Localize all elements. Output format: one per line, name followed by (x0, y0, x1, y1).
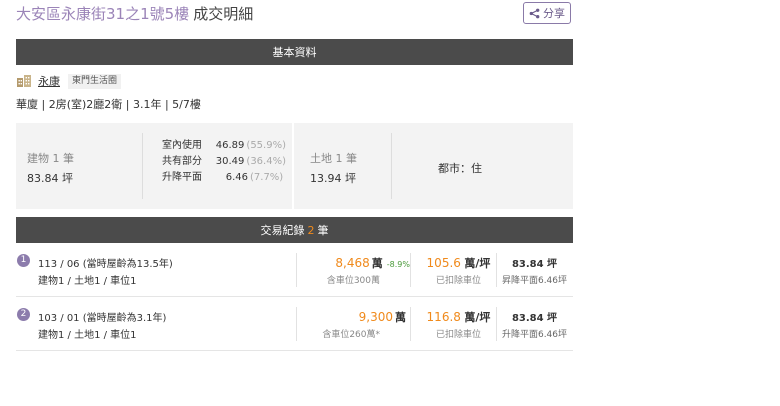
community-link[interactable]: 永康 (38, 73, 60, 89)
transaction-date: 113 / 06 (當時屋齡為13.5年) (38, 259, 173, 270)
page: 大安區永康街31之1號5樓 成交明細 分享 基本資料 永康 東門生活圈 華廈 |… (16, 0, 573, 351)
price-change: -8.9% (386, 260, 410, 269)
divider (410, 307, 411, 341)
land-count-label: 土地 1 筆 (310, 152, 357, 165)
breakdown-row: 室內使用 46.89 (55.9%) (162, 138, 286, 154)
area-breakdown: 室內使用 46.89 (55.9%) 共有部分 30.49 (36.4%) 升降… (162, 138, 286, 186)
breakdown-label: 室內使用 (162, 140, 202, 151)
land-area-value: 13.94 坪 (310, 172, 356, 185)
basic-info-header: 基本資料 (16, 39, 573, 65)
breakdown-row: 升降平面 6.46 (7.7%) (162, 170, 286, 186)
unit-price: 116.8 萬/坪 (421, 309, 496, 325)
divider (142, 133, 143, 199)
unit-price-value: 105.6 (426, 256, 461, 270)
share-label: 分享 (543, 7, 565, 20)
total-price: 9,300 萬 (312, 309, 410, 325)
parking-price-note: 含車位300萬 (326, 276, 380, 286)
building-area-value: 83.84 坪 (27, 172, 73, 185)
total-price: 8,468 萬 -8.9% (312, 255, 410, 271)
land-zone: 都市：住 (438, 162, 482, 175)
transaction-row[interactable]: 1 113 / 06 (當時屋齡為13.5年) 建物1 / 土地1 / 車位1 … (16, 243, 573, 297)
total-price-value: 9,300 (358, 310, 393, 324)
divider (296, 307, 297, 341)
transaction-area-note: 升降平面6.46坪 (501, 330, 568, 340)
transaction-index-badge: 1 (17, 254, 30, 267)
building-count-label: 建物 1 筆 (27, 152, 74, 165)
breakdown-value: 30.49 (215, 156, 245, 167)
community-area-tag[interactable]: 東門生活圈 (68, 73, 122, 89)
breakdown-label: 升降平面 (162, 172, 202, 183)
unit-price: 105.6 萬/坪 (421, 255, 496, 271)
breakdown-row: 共有部分 30.49 (36.4%) (162, 154, 286, 170)
unit-price-note: 已扣除車位 (435, 276, 481, 286)
transaction-area: 83.84 坪 (511, 313, 558, 324)
transaction-units: 建物1 / 土地1 / 車位1 (38, 276, 137, 287)
transaction-row[interactable]: 2 103 / 01 (當時屋齡為3.1年) 建物1 / 土地1 / 車位1 9… (16, 297, 573, 351)
share-button[interactable]: 分享 (523, 2, 571, 24)
community-row: 永康 東門生活圈 (16, 72, 573, 90)
title-row: 大安區永康街31之1號5樓 成交明細 分享 (16, 0, 573, 39)
transactions-count: 2 (307, 223, 315, 237)
page-title: 大安區永康街31之1號5樓 成交明細 (16, 4, 253, 24)
building-icon (17, 75, 31, 87)
transaction-date: 103 / 01 (當時屋齡為3.1年) (38, 313, 167, 324)
transaction-area: 83.84 坪 (511, 259, 558, 270)
breakdown-pct: (55.9%) (246, 140, 286, 151)
breakdown-value: 46.89 (215, 140, 245, 151)
transactions-title: 交易紀錄 (260, 224, 305, 237)
divider (296, 253, 297, 287)
divider (410, 253, 411, 287)
unit-price-unit: 萬/坪 (464, 311, 491, 324)
share-icon (529, 8, 540, 18)
basic-info-title: 基本資料 (272, 46, 317, 59)
total-price-unit: 萬 (371, 257, 383, 270)
title-suffix: 成交明細 (193, 5, 254, 23)
total-price-value: 8,468 (335, 256, 370, 270)
total-price-unit: 萬 (395, 311, 406, 324)
breakdown-pct: (7.7%) (250, 172, 284, 183)
transactions-header: 交易紀錄 2 筆 (16, 217, 573, 243)
area-info-box: 建物 1 筆 83.84 坪 室內使用 46.89 (55.9%) 共有部分 3… (16, 123, 573, 209)
transaction-index-badge: 2 (17, 308, 30, 321)
unit-price-unit: 萬/坪 (464, 257, 491, 270)
transactions-title-suffix: 筆 (317, 224, 329, 237)
transaction-units: 建物1 / 土地1 / 車位1 (38, 330, 137, 341)
breakdown-value: 6.46 (225, 172, 248, 183)
building-info-panel: 建物 1 筆 83.84 坪 室內使用 46.89 (55.9%) 共有部分 3… (16, 123, 292, 209)
transaction-area-note: 昇降平面6.46坪 (501, 276, 568, 286)
address-text: 大安區永康街31之1號5樓 (16, 5, 190, 23)
unit-price-note: 已扣除車位 (435, 330, 481, 340)
breakdown-pct: (36.4%) (246, 156, 286, 167)
land-info-panel: 土地 1 筆 13.94 坪 都市：住 (294, 123, 573, 209)
breakdown-label: 共有部分 (162, 156, 202, 167)
divider (391, 133, 392, 199)
property-summary: 華廈 | 2房(室)2廳2衛 | 3.1年 | 5/7樓 (16, 98, 201, 111)
unit-price-value: 116.8 (426, 310, 461, 324)
parking-price-note: 含車位260萬* (322, 330, 380, 340)
